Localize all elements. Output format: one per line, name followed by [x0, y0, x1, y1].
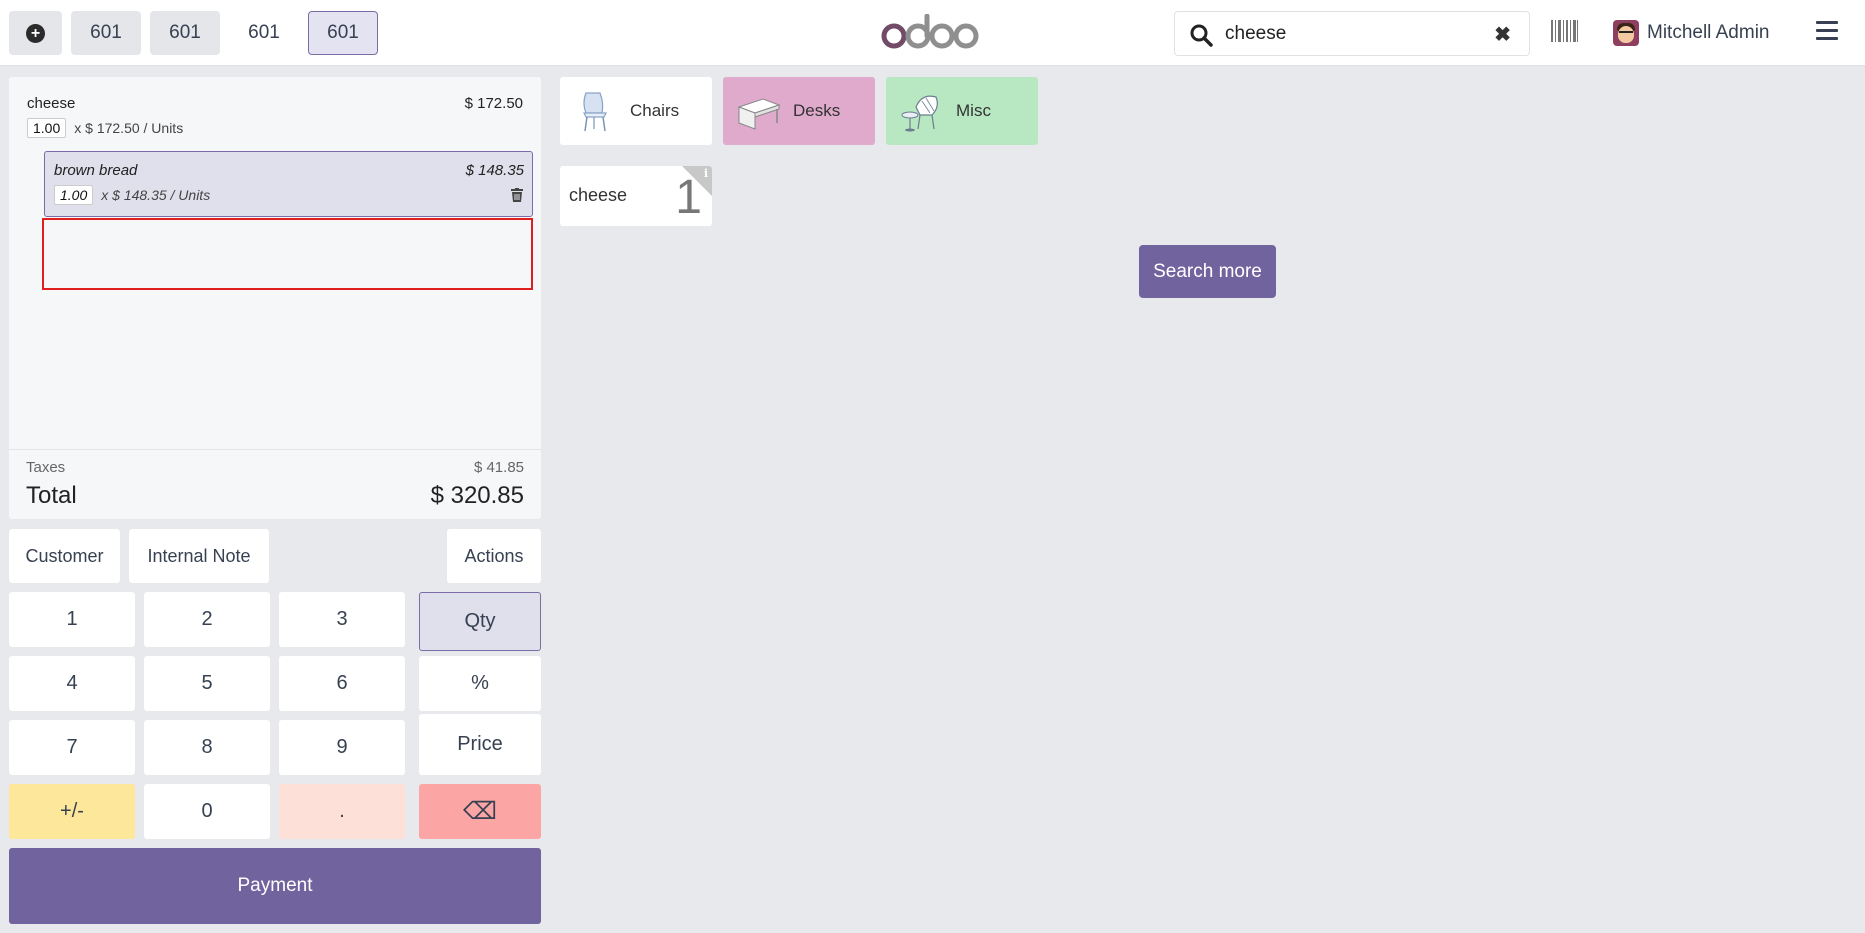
numpad-7[interactable]: 7: [9, 720, 135, 775]
numpad-1[interactable]: 1: [9, 592, 135, 647]
taxes-label: Taxes: [26, 459, 66, 476]
new-order-button[interactable]: +: [9, 11, 62, 55]
decimal-button[interactable]: .: [279, 784, 405, 839]
numpad-5[interactable]: 5: [144, 656, 270, 711]
order-tab[interactable]: 601: [229, 11, 299, 55]
product-name: cheese: [569, 185, 628, 205]
misc-icon: [901, 95, 938, 132]
price-mode-button[interactable]: Price: [419, 714, 541, 775]
order-line-qty: 1.00: [27, 118, 67, 138]
order-tab[interactable]: 601: [71, 11, 141, 55]
customer-button[interactable]: Customer: [9, 529, 120, 583]
internal-note-button[interactable]: Internal Note: [129, 529, 269, 583]
order-line-name: brown bread: [54, 162, 138, 179]
category-chairs[interactable]: Chairs: [560, 77, 712, 145]
desk-icon: [737, 98, 781, 130]
avatar: [1613, 20, 1639, 46]
order-line-unit: x $ 148.35 / Units: [101, 187, 211, 203]
top-bar: + 601 601 601 601 ✖ Mitchell Admin: [0, 0, 1865, 66]
numpad-9[interactable]: 9: [279, 720, 405, 775]
plus-minus-button[interactable]: +/-: [9, 784, 135, 839]
discount-mode-button[interactable]: %: [419, 656, 541, 711]
highlight-box: [42, 218, 533, 290]
order-pane: cheese $ 172.50 1.00 x $ 172.50 / Units …: [9, 77, 541, 519]
order-line-price: $ 172.50: [464, 95, 523, 112]
order-totals: Taxes $ 41.85 Total $ 320.85: [9, 449, 541, 519]
category-label: Misc: [956, 101, 991, 120]
category-desks[interactable]: Desks: [723, 77, 875, 145]
order-line-name: cheese: [27, 95, 76, 112]
total-label: Total: [26, 482, 77, 509]
category-label: Chairs: [630, 101, 680, 120]
user-name: Mitchell Admin: [1647, 22, 1770, 43]
order-tab[interactable]: 601: [150, 11, 220, 55]
numpad-2[interactable]: 2: [144, 592, 270, 647]
numpad-8[interactable]: 8: [144, 720, 270, 775]
category-misc[interactable]: Misc: [886, 77, 1038, 145]
search-input[interactable]: [1225, 20, 1475, 48]
search-more-button[interactable]: Search more: [1139, 245, 1276, 298]
order-tab-active[interactable]: 601: [308, 11, 378, 55]
menu-icon[interactable]: [1816, 21, 1838, 41]
product-search: ✖: [1174, 11, 1530, 56]
info-icon[interactable]: i: [704, 167, 708, 180]
qty-mode-button[interactable]: Qty: [419, 592, 541, 651]
product-card[interactable]: cheese 1 i: [560, 166, 712, 226]
total-value: $ 320.85: [430, 482, 524, 509]
order-line-selected[interactable]: brown bread $ 148.35 1.00 x $ 148.35 / U…: [44, 151, 533, 217]
numpad-4[interactable]: 4: [9, 656, 135, 711]
trash-icon[interactable]: [511, 188, 523, 202]
numpad-3[interactable]: 3: [279, 592, 405, 647]
user-menu[interactable]: Mitchell Admin: [1613, 20, 1770, 46]
taxes-value: $ 41.85: [473, 459, 524, 476]
odoo-logo: [881, 14, 979, 49]
order-line[interactable]: cheese $ 172.50 1.00 x $ 172.50 / Units: [27, 95, 523, 138]
backspace-button[interactable]: ⌫: [419, 784, 541, 839]
numpad-0[interactable]: 0: [144, 784, 270, 839]
plus-circle-icon: +: [26, 23, 45, 43]
barcode-icon[interactable]: [1551, 20, 1578, 42]
search-icon: [1190, 24, 1213, 47]
order-line-unit: x $ 172.50 / Units: [74, 120, 184, 136]
chair-icon: [583, 92, 607, 132]
order-line-price: $ 148.35: [465, 162, 524, 179]
payment-button[interactable]: Payment: [9, 848, 541, 924]
clear-search-icon[interactable]: ✖: [1494, 22, 1511, 47]
category-label: Desks: [793, 101, 841, 120]
order-line-qty: 1.00: [54, 185, 94, 205]
actions-button[interactable]: Actions: [447, 529, 541, 583]
numpad-6[interactable]: 6: [279, 656, 405, 711]
